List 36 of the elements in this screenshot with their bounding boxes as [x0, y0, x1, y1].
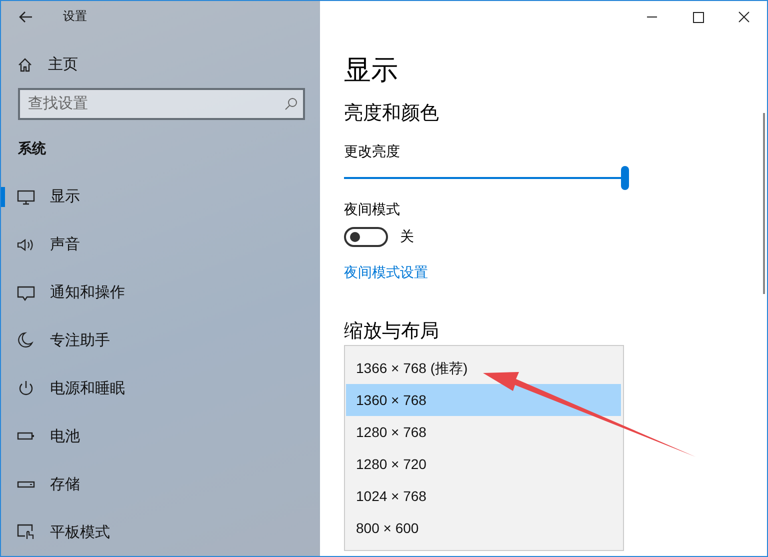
home-link[interactable]: 主页 [1, 42, 320, 88]
resolution-option[interactable]: 1280 × 768 [346, 416, 621, 448]
tablet-icon [17, 524, 35, 540]
resolution-option[interactable]: 1280 × 720 [346, 448, 621, 480]
search-icon [284, 96, 298, 111]
toggle-state: 关 [400, 228, 414, 246]
back-icon[interactable] [19, 10, 33, 23]
nav-item[interactable]: 电池 [1, 412, 320, 460]
power-icon [17, 380, 35, 396]
search-field[interactable]: 查找设置 [18, 88, 305, 120]
section-heading: 系统 [17, 140, 47, 158]
resolution-option[interactable]: 1024 × 768 [346, 480, 621, 512]
monitor-icon [17, 188, 35, 205]
resolution-option[interactable]: 1360 × 768 [346, 384, 621, 416]
nav-item[interactable]: 通知和操作 [1, 268, 320, 317]
window-title: 设置 [63, 8, 87, 26]
nav-item[interactable]: 电源和睡眠 [1, 364, 320, 412]
nav-item[interactable]: 平板模式 [1, 508, 320, 556]
speech-bubble-icon [17, 284, 35, 301]
nav-item[interactable]: 声音 [1, 220, 320, 269]
nav-item[interactable]: 存储 [1, 460, 320, 508]
section-heading: 缩放与布局 [344, 320, 440, 344]
moon-icon [17, 332, 35, 348]
nav-item[interactable]: 显示 [1, 172, 320, 221]
section-heading: 亮度和颜色 [344, 102, 440, 126]
page-title: 显示 [344, 54, 399, 86]
scrollbar[interactable] [763, 113, 765, 294]
resolution-option[interactable]: 800 × 600 [346, 512, 621, 544]
resolution-option[interactable]: 1366 × 768 (推荐) [346, 352, 621, 384]
speaker-icon [17, 236, 35, 253]
night-mode-settings-link[interactable]: 夜间模式设置 [344, 264, 428, 282]
night-mode-toggle[interactable] [344, 227, 388, 248]
home-icon [17, 56, 33, 73]
nav-item[interactable]: 专注助手 [1, 316, 320, 364]
brightness-label: 更改亮度 [344, 143, 401, 162]
night-mode-label: 夜间模式 [344, 201, 401, 220]
